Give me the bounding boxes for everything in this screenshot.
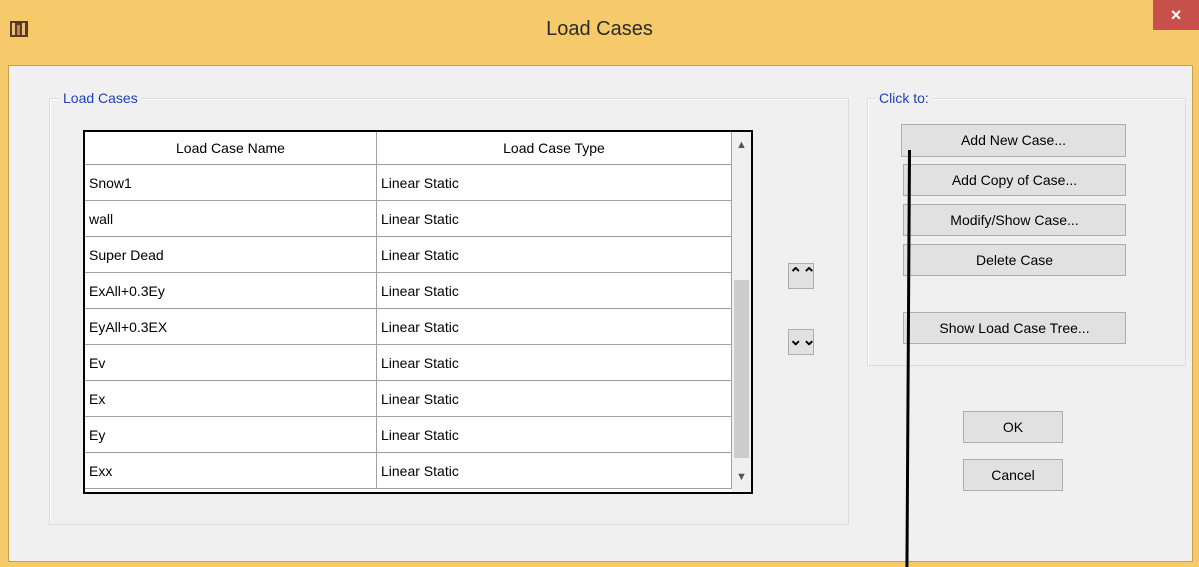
table-row[interactable]: EyAll+0.3EX Linear Static [85,308,732,345]
case-type-cell[interactable]: Linear Static [376,236,732,273]
add-new-case-button[interactable]: Add New Case... [901,124,1126,157]
table-row[interactable]: wall Linear Static [85,200,732,237]
modify-show-case-button[interactable]: Modify/Show Case... [903,204,1126,236]
case-type-cell[interactable]: Linear Static [376,416,732,453]
close-button[interactable]: × [1153,0,1199,30]
move-up-button[interactable]: ⌃⌃ [788,263,816,289]
scroll-down-icon[interactable]: ▼ [732,468,751,486]
dialog-body: Load Cases Load Case Name Load Case Type… [8,65,1193,562]
load-cases-dialog: Load Cases × Load Cases Load Case Name L… [0,0,1199,567]
case-type-cell[interactable]: Linear Static [376,164,732,201]
case-type-cell[interactable]: Linear Static [376,380,732,417]
load-cases-group-label: Load Cases [60,90,141,106]
case-type-cell[interactable]: Linear Static [376,272,732,309]
click-to-group-label: Click to: [876,90,932,106]
ok-button[interactable]: OK [963,411,1063,443]
show-load-case-tree-button[interactable]: Show Load Case Tree... [903,312,1126,344]
table-row[interactable]: Snow1 Linear Static [85,164,732,201]
table-row[interactable]: Ev Linear Static [85,344,732,381]
table-scrollbar[interactable]: ▲ ▼ [732,132,751,492]
case-name-cell[interactable]: ExAll+0.3Ey [85,272,377,309]
case-name-cell[interactable]: Ex [85,380,377,417]
scroll-up-icon[interactable]: ▲ [732,136,751,154]
column-header-name[interactable]: Load Case Name [85,132,377,165]
case-type-cell[interactable]: Linear Static [376,308,732,345]
case-name-cell[interactable]: Snow1 [85,164,377,201]
case-name-cell[interactable]: Ev [85,344,377,381]
case-name-cell[interactable]: Ey [85,416,377,453]
table-row[interactable]: Super Dead Linear Static [85,236,732,273]
case-type-cell[interactable]: Linear Static [376,344,732,381]
add-copy-of-case-button[interactable]: Add Copy of Case... [903,164,1126,196]
case-name-cell[interactable]: wall [85,200,377,237]
move-down-button[interactable]: ⌄⌄ [788,329,816,355]
scrollbar-thumb[interactable] [734,280,749,458]
load-cases-grid: Load Case Name Load Case Type Snow1 Linea… [85,132,732,489]
table-row[interactable]: ExAll+0.3Ey Linear Static [85,272,732,309]
title-bar[interactable]: Load Cases × [0,0,1199,65]
delete-case-button[interactable]: Delete Case [903,244,1126,276]
table-row[interactable]: Ey Linear Static [85,416,732,453]
case-name-cell[interactable]: Super Dead [85,236,377,273]
case-name-cell[interactable]: Exx [85,452,377,489]
column-header-type[interactable]: Load Case Type [376,132,732,165]
load-cases-table: Load Case Name Load Case Type Snow1 Linea… [83,130,753,494]
cancel-button[interactable]: Cancel [963,459,1063,491]
case-name-cell[interactable]: EyAll+0.3EX [85,308,377,345]
case-type-cell[interactable]: Linear Static [376,452,732,489]
case-type-cell[interactable]: Linear Static [376,200,732,237]
table-row[interactable]: Ex Linear Static [85,380,732,417]
window-title: Load Cases [546,18,653,40]
table-header-row: Load Case Name Load Case Type [85,132,732,165]
table-row[interactable]: Exx Linear Static [85,452,732,489]
